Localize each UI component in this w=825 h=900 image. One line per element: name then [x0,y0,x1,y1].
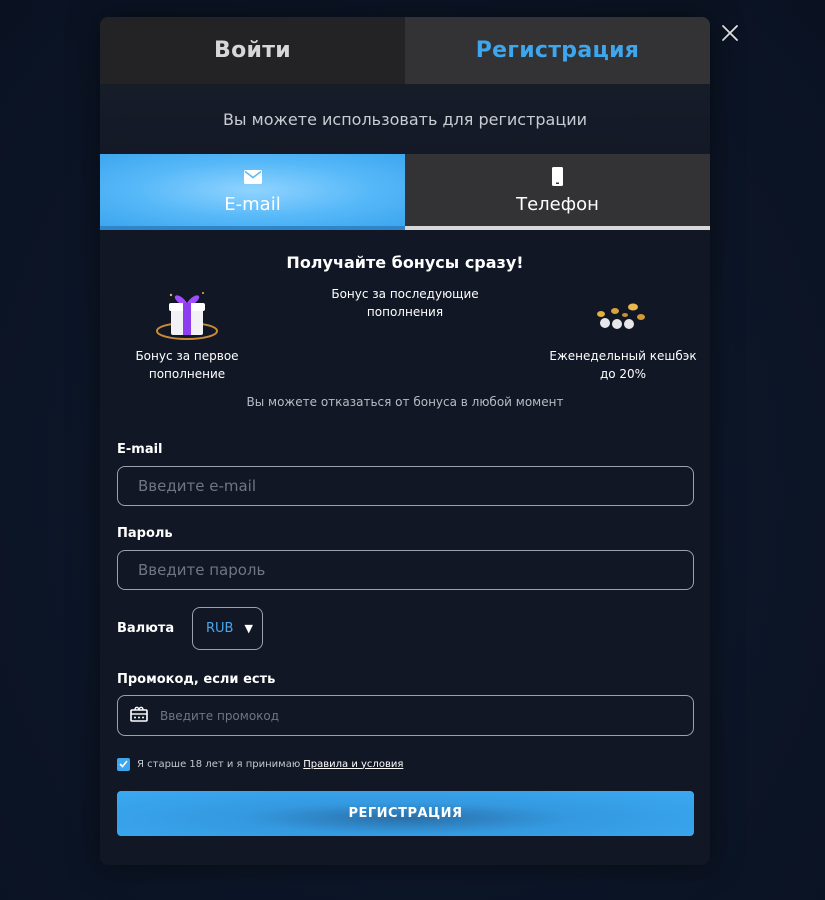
currency-select[interactable]: RUB ▼ [192,607,263,650]
phone-icon [552,166,563,188]
terms-checkbox[interactable] [117,757,130,771]
promo-label: Промокод, если есть [117,672,276,687]
bonus-title: Получайте бонусы сразу! [286,253,524,272]
bonus-list: Бонус за первое пополнение Бонус за посл… [100,275,710,387]
registration-form: E-mail Пароль Валюта RUB ▼ Промокод, есл… [100,442,710,836]
bonus-next-deposits: Бонус за последующие пополнения [320,285,490,321]
terms-text: Я старше 18 лет и я принимаю [137,758,301,770]
gift-icon [132,287,242,347]
register-button[interactable]: РЕГИСТРАЦИЯ [117,791,694,836]
password-field[interactable] [117,550,694,590]
registration-modal: Войти Регистрация Вы можете использовать… [100,17,710,865]
tab-phone[interactable]: Телефон [405,154,710,230]
auth-tabs: Войти Регистрация [100,17,710,84]
coins-icon [548,287,698,347]
tab-email-label: E-mail [224,193,281,215]
check-icon [119,760,128,768]
tab-email[interactable]: E-mail [100,154,405,230]
currency-row: Валюта RUB ▼ [117,607,693,650]
bonus-cashback: Еженедельный кешбэк до 20% [548,287,698,383]
envelope-icon [243,166,262,188]
terms-link[interactable]: Правила и условия [303,759,403,770]
close-icon [722,25,738,41]
email-label: E-mail [117,442,163,457]
ticket-icon [130,706,148,726]
bonus-note: Вы можете отказаться от бонуса в любой м… [246,395,564,409]
promo-field-box[interactable] [117,695,694,736]
bonus-next-deposits-label: Бонус за последующие пополнения [331,287,479,319]
promo-input[interactable] [160,708,660,723]
bonus-first-deposit: Бонус за первое пополнение [132,287,242,383]
email-field[interactable] [117,466,694,506]
password-label: Пароль [117,526,173,541]
bonus-cashback-label: Еженедельный кешбэк до 20% [549,349,697,381]
bonus-first-deposit-label: Бонус за первое пополнение [135,349,239,381]
tab-register[interactable]: Регистрация [405,17,710,84]
tab-phone-label: Телефон [516,193,599,215]
method-tabs: E-mail Телефон [100,154,710,230]
tab-login[interactable]: Войти [100,17,405,84]
caret-down-icon: ▼ [244,622,253,635]
currency-label: Валюта [117,621,175,636]
registration-subtitle: Вы можете использовать для регистрации [100,84,710,154]
currency-value: RUB [206,621,234,636]
close-button[interactable] [719,22,741,44]
terms-row: Я старше 18 лет и я принимаю Правила и у… [117,756,693,772]
